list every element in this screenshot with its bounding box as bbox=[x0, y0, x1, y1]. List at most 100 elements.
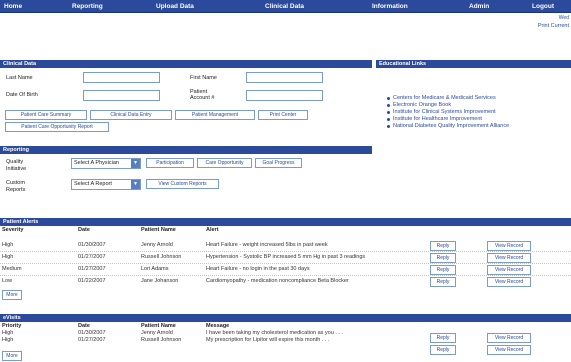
patient-care-opportunity-report-button[interactable]: Patient Care Opportunity Report bbox=[5, 122, 109, 132]
row-divider bbox=[0, 263, 571, 264]
patient-alerts-header: Patient Alerts bbox=[0, 218, 571, 226]
alert-date: 01/22/2007 bbox=[78, 278, 106, 284]
evisit-message[interactable]: I have been taking my cholesterol medica… bbox=[206, 330, 343, 336]
reporting-header: Reporting bbox=[0, 146, 372, 154]
bullet-icon bbox=[387, 104, 390, 107]
bullet-icon bbox=[387, 125, 390, 128]
col-severity: Severity bbox=[2, 227, 24, 233]
row-divider bbox=[0, 275, 571, 276]
col-patient-name: Patient Name bbox=[141, 323, 176, 329]
nav-admin[interactable]: Admin bbox=[469, 3, 489, 10]
alert-severity: High bbox=[2, 242, 14, 248]
col-alert: Alert bbox=[206, 227, 219, 233]
evisit-message[interactable]: My prescription for Lipitor will expire … bbox=[206, 337, 330, 343]
patient-account-input[interactable] bbox=[246, 90, 323, 101]
view-record-button[interactable]: View Record bbox=[487, 253, 531, 263]
report-select[interactable]: Select A Report ▼ bbox=[71, 179, 141, 190]
patient-account-label-2: Account # bbox=[190, 95, 215, 101]
evisits-header: eVisits bbox=[0, 314, 571, 322]
top-nav-bar: Home Reporting Upload Data Clinical Data… bbox=[0, 0, 571, 13]
col-message: Message bbox=[206, 323, 230, 329]
alert-date: 01/27/2007 bbox=[78, 254, 106, 260]
col-date: Date bbox=[78, 323, 90, 329]
nav-logout[interactable]: Logout bbox=[532, 3, 554, 10]
print-current-link[interactable]: Print Current bbox=[538, 23, 569, 29]
view-custom-reports-button[interactable]: View Custom Reports bbox=[146, 179, 219, 189]
col-priority: Priority bbox=[2, 323, 22, 329]
patient-care-summary-button[interactable]: Patient Care Summary bbox=[5, 110, 87, 120]
evisit-patient-name: Jenny Arnold bbox=[141, 330, 173, 336]
reply-button[interactable]: Reply bbox=[430, 333, 456, 343]
print-center-button[interactable]: Print Center bbox=[258, 110, 308, 120]
alert-patient-name: Jenny Arnold bbox=[141, 242, 173, 248]
physician-select-value: Select A Physician bbox=[74, 160, 119, 166]
reply-button[interactable]: Reply bbox=[430, 265, 456, 275]
alert-date: 01/30/2007 bbox=[78, 242, 106, 248]
nav-home[interactable]: Home bbox=[4, 3, 22, 10]
view-record-button[interactable]: View Record bbox=[487, 333, 531, 343]
link-ndqia[interactable]: National Diabetes Quality Improvement Al… bbox=[387, 123, 509, 130]
first-name-input[interactable] bbox=[246, 72, 323, 83]
first-name-label: First Name bbox=[190, 75, 217, 81]
reply-button[interactable]: Reply bbox=[430, 241, 456, 251]
alert-severity: Low bbox=[2, 278, 13, 284]
evisit-priority: High bbox=[2, 337, 14, 343]
alert-text: Heart Failure - no login in the past 30 … bbox=[206, 266, 310, 272]
nav-upload-data[interactable]: Upload Data bbox=[156, 3, 194, 10]
nav-reporting[interactable]: Reporting bbox=[72, 3, 103, 10]
custom-reports-label-2: Reports bbox=[6, 187, 26, 193]
link-icsi[interactable]: Institute for Clinical Systems Improveme… bbox=[387, 109, 509, 116]
quality-initiative-label: Quality bbox=[6, 159, 24, 165]
link-cms[interactable]: Centers for Medicare & Medicaid Services bbox=[387, 95, 509, 102]
alert-patient-name: Lori Adams bbox=[141, 266, 169, 272]
bullet-icon bbox=[387, 111, 390, 114]
row-divider bbox=[0, 251, 571, 252]
col-patient-name: Patient Name bbox=[141, 227, 176, 233]
view-record-button[interactable]: View Record bbox=[487, 241, 531, 251]
alert-text: Hypertension - Systolic BP increased 5 m… bbox=[206, 254, 366, 260]
link-ihi[interactable]: Institute for Healthcare Improvement bbox=[387, 116, 509, 123]
goal-progress-button[interactable]: Goal Progress bbox=[255, 158, 302, 168]
view-record-button[interactable]: View Record bbox=[487, 265, 531, 275]
evisit-patient-name: Russell Johnson bbox=[141, 337, 182, 343]
alert-date: 01/27/2007 bbox=[78, 266, 106, 272]
alert-text: Heart Failure - weight increased 5lbs in… bbox=[206, 242, 328, 248]
view-record-button[interactable]: View Record bbox=[487, 345, 531, 355]
alert-severity: High bbox=[2, 254, 14, 260]
dob-input[interactable] bbox=[83, 90, 160, 101]
participation-button[interactable]: Participation bbox=[146, 158, 194, 168]
patient-management-button[interactable]: Patient Management bbox=[175, 110, 255, 120]
clinical-data-header: Clinical Data bbox=[0, 60, 372, 68]
evisit-date: 01/27/2007 bbox=[78, 337, 106, 343]
bullet-icon bbox=[387, 118, 390, 121]
last-name-input[interactable] bbox=[83, 72, 160, 83]
dob-label: Date Of Birth bbox=[6, 92, 38, 98]
alert-severity: Medium bbox=[2, 266, 22, 272]
evisit-priority: High bbox=[2, 330, 14, 336]
nav-information[interactable]: Information bbox=[372, 3, 408, 10]
link-orange-book[interactable]: Electronic Orange Book bbox=[387, 102, 509, 109]
chevron-down-icon[interactable]: ▼ bbox=[131, 159, 140, 168]
educational-links-list: Centers for Medicare & Medicaid Services… bbox=[387, 95, 509, 130]
reply-button[interactable]: Reply bbox=[430, 345, 456, 355]
evisits-more-button[interactable]: More bbox=[2, 351, 22, 361]
clinical-data-entry-button[interactable]: Clinical Data Entry bbox=[90, 110, 172, 120]
last-name-label: Last Name bbox=[6, 75, 33, 81]
date-indicator: Wed bbox=[558, 15, 569, 21]
report-select-value: Select A Report bbox=[74, 181, 112, 187]
alert-patient-name: Russell Johnson bbox=[141, 254, 182, 260]
chevron-down-icon[interactable]: ▼ bbox=[131, 180, 140, 189]
reply-button[interactable]: Reply bbox=[430, 253, 456, 263]
nav-clinical-data[interactable]: Clinical Data bbox=[265, 3, 304, 10]
care-opportunity-button[interactable]: Care Opportunity bbox=[197, 158, 252, 168]
reply-button[interactable]: Reply bbox=[430, 277, 456, 287]
alert-patient-name: Jane Johanson bbox=[141, 278, 179, 284]
alerts-more-button[interactable]: More bbox=[2, 290, 22, 300]
evisit-date: 01/30/2007 bbox=[78, 330, 106, 336]
bullet-icon bbox=[387, 97, 390, 100]
col-date: Date bbox=[78, 227, 90, 233]
alert-text: Cardiomyopathy - medication noncomplianc… bbox=[206, 278, 349, 284]
view-record-button[interactable]: View Record bbox=[487, 277, 531, 287]
custom-reports-label: Custom bbox=[6, 180, 25, 186]
physician-select[interactable]: Select A Physician ▼ bbox=[71, 158, 141, 169]
